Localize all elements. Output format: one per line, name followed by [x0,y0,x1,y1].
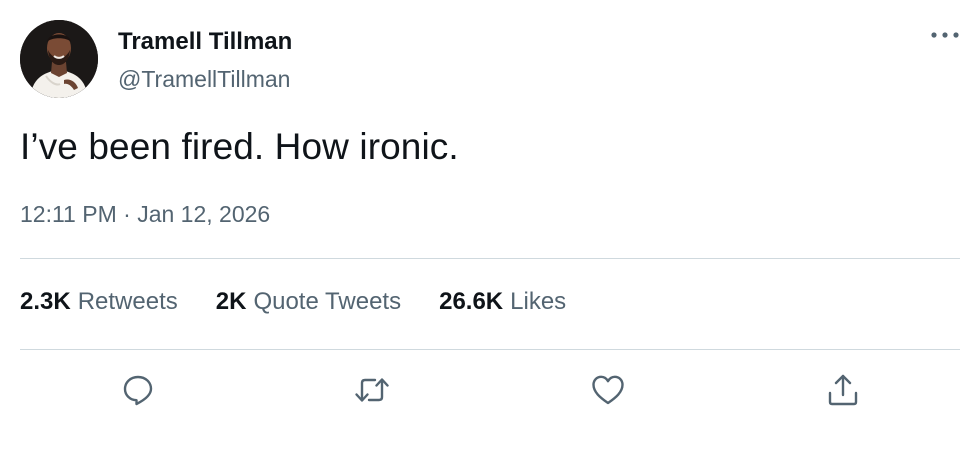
like-button[interactable] [586,368,630,412]
quote-tweets-label: Quote Tweets [253,288,402,315]
likes-stat[interactable]: 26.6K Likes [439,288,566,316]
share-button[interactable] [821,368,865,412]
avatar[interactable] [20,20,98,98]
tweet-date[interactable]: Jan 12, 2026 [137,201,270,227]
author-handle[interactable]: @TramellTillman [118,66,290,93]
tweet-stats: 2.3K Retweets 2K Quote Tweets 26.6K Like… [20,288,604,322]
avatar-image [20,20,98,98]
likes-label: Likes [510,288,567,315]
retweet-button[interactable] [350,368,394,412]
retweet-icon [355,378,389,402]
retweets-count: 2.3K [20,288,71,315]
tweet-text: I’ve been fired. How ironic. [20,126,459,167]
heart-icon [592,375,624,405]
quote-tweets-count: 2K [215,288,247,315]
likes-count: 26.6K [439,288,504,315]
reply-button[interactable] [116,368,160,412]
timestamp-separator: · [116,201,138,227]
retweets-stat[interactable]: 2.3K Retweets [20,288,178,316]
more-options-button[interactable] [928,20,962,50]
reply-icon [123,375,153,406]
author-display-name[interactable]: Tramell Tillman [118,28,292,56]
divider [20,349,960,350]
share-icon [828,374,858,406]
quote-tweets-stat[interactable]: 2K Quote Tweets [216,288,401,316]
more-horizontal-icon [931,32,959,38]
retweets-label: Retweets [77,288,178,315]
tweet-time[interactable]: 12:11 PM [20,201,117,227]
tweet-timestamp[interactable]: 12:11 PM · Jan 12, 2026 [20,201,270,228]
tweet-actions [20,368,960,412]
divider [20,258,960,259]
